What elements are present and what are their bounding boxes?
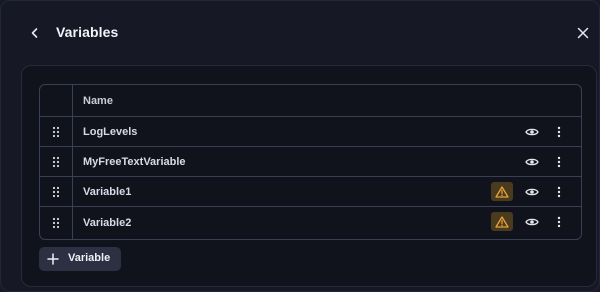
add-variable-button[interactable]: Variable <box>39 247 121 271</box>
more-vertical-icon <box>557 156 561 168</box>
add-variable-label: Variable <box>68 252 111 264</box>
warning-badge[interactable] <box>491 212 513 231</box>
more-actions-button[interactable] <box>551 124 567 140</box>
column-header-name[interactable]: Name <box>83 85 113 116</box>
eye-icon <box>525 188 539 196</box>
variable-name: MyFreeTextVariable <box>83 155 186 168</box>
visibility-toggle[interactable] <box>524 124 540 140</box>
page-title: Variables <box>56 24 119 40</box>
eye-icon <box>525 158 539 166</box>
drag-handle[interactable] <box>40 117 73 146</box>
visibility-toggle[interactable] <box>524 214 540 230</box>
close-button[interactable] <box>571 21 595 45</box>
more-actions-button[interactable] <box>551 214 567 230</box>
visibility-toggle[interactable] <box>524 184 540 200</box>
table-row[interactable]: Variable2 <box>40 206 581 239</box>
drag-handle[interactable] <box>40 177 73 206</box>
table-header-row: Name <box>40 85 581 116</box>
variables-card: Name LogLevels MyFreeTextVariable Variab… <box>21 65 597 287</box>
more-actions-button[interactable] <box>551 154 567 170</box>
variable-name: Variable1 <box>83 185 132 198</box>
drag-handle-icon <box>52 156 60 167</box>
warning-icon <box>495 215 509 228</box>
visibility-toggle[interactable] <box>524 154 540 170</box>
drag-handle-icon <box>52 217 60 229</box>
variable-name: LogLevels <box>83 125 138 138</box>
drag-handle[interactable] <box>40 147 73 176</box>
eye-icon <box>525 128 539 136</box>
table-row[interactable]: Variable1 <box>40 176 581 206</box>
warning-icon <box>495 185 509 198</box>
table-row[interactable]: MyFreeTextVariable <box>40 146 581 176</box>
variables-table: Name LogLevels MyFreeTextVariable Variab… <box>39 84 582 240</box>
more-actions-button[interactable] <box>551 184 567 200</box>
plus-icon <box>47 253 59 265</box>
variable-name: Variable2 <box>83 217 132 229</box>
drag-handle[interactable] <box>40 207 73 239</box>
table-row[interactable]: LogLevels <box>40 116 581 146</box>
handle-column-header <box>40 85 73 116</box>
variables-panel: Variables Name LogLevels MyFreeTextVaria… <box>0 0 600 292</box>
chevron-left-icon <box>31 28 38 38</box>
back-button[interactable] <box>23 21 47 45</box>
panel-header: Variables <box>1 1 600 65</box>
drag-handle-icon <box>52 186 60 197</box>
drag-handle-icon <box>52 126 60 137</box>
close-icon <box>577 27 589 39</box>
more-vertical-icon <box>557 216 561 228</box>
more-vertical-icon <box>557 126 561 138</box>
eye-icon <box>525 218 539 226</box>
more-vertical-icon <box>557 186 561 198</box>
warning-badge[interactable] <box>491 182 513 201</box>
